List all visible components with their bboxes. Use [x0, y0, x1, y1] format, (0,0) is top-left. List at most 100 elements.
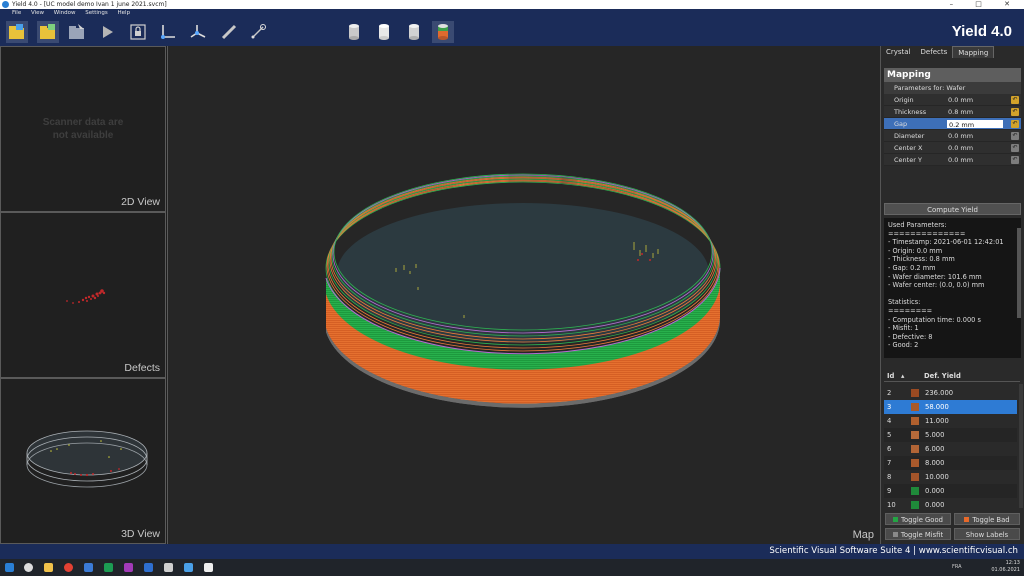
chrome-icon[interactable]: [64, 563, 73, 572]
yield-app-icon[interactable]: [104, 563, 113, 572]
sort-asc-icon: ▴: [901, 372, 905, 380]
table-row[interactable]: 8 10.000: [884, 470, 1017, 484]
axes-3d-icon[interactable]: [187, 21, 209, 43]
log-line: - Timestamp: 2021-06-01 12:42:01: [888, 238, 1004, 247]
table-row[interactable]: 6 6.000: [884, 442, 1017, 456]
app-icon-light-blue[interactable]: [184, 563, 193, 572]
param-origin: Origin 0.0 mm ↶: [884, 94, 1021, 106]
gap-field[interactable]: 0.2 mm: [946, 119, 1004, 129]
table-row[interactable]: 2 236.000: [884, 386, 1017, 400]
log-scrollbar[interactable]: [1017, 228, 1021, 318]
show-labels-button[interactable]: Show Labels: [954, 528, 1020, 540]
param-diameter: Diameter 0.0 mm ↶: [884, 130, 1021, 142]
tab-mapping[interactable]: Mapping: [952, 46, 995, 58]
app-icon-window[interactable]: [164, 563, 173, 572]
menu-help[interactable]: Help: [118, 10, 131, 16]
start-icon[interactable]: [5, 563, 14, 572]
table-row[interactable]: 7 8.000: [884, 456, 1017, 470]
app-icon-purple[interactable]: [124, 563, 133, 572]
toolbar: [0, 18, 880, 46]
log-line: - Thickness: 0.8 mm: [888, 255, 955, 264]
row-def-yield: 0.000: [925, 501, 945, 509]
lock-icon[interactable]: [127, 21, 149, 43]
clock[interactable]: 12:13 01.06.2021: [991, 560, 1020, 574]
open-project-icon[interactable]: [6, 21, 28, 43]
reset-icon[interactable]: ↶: [1011, 108, 1019, 116]
menu-window[interactable]: Window: [54, 10, 76, 16]
mapping-section-title: Mapping: [884, 68, 1021, 82]
app-icon-flag[interactable]: [144, 563, 153, 572]
menu-file[interactable]: File: [12, 10, 21, 16]
log-line: - Computation time: 0.000 s: [888, 315, 981, 324]
params-for-label: Parameters for: Wafer: [884, 82, 1021, 94]
center-x-field[interactable]: 0.0 mm: [946, 143, 1004, 153]
open-folder-icon[interactable]: [37, 21, 59, 43]
reset-icon[interactable]: ↶: [1011, 156, 1019, 164]
notepad-icon[interactable]: [204, 563, 213, 572]
row-def-yield: 8.000: [925, 459, 945, 467]
window-titlebar: Yield 4.0 - [UC model demo Ivan 1 june 2…: [0, 0, 1024, 9]
col-def-yield[interactable]: Def. Yield: [924, 370, 961, 382]
toggle-bad-button[interactable]: Toggle Bad: [954, 513, 1020, 525]
compute-yield-button[interactable]: Compute Yield: [884, 203, 1021, 215]
load-icon[interactable]: [66, 21, 88, 43]
param-name: Gap: [894, 120, 908, 128]
app-icon: [2, 1, 9, 8]
param-center-y: Center Y 0.0 mm ↶: [884, 154, 1021, 166]
param-name: Thickness: [894, 108, 927, 116]
measure-icon[interactable]: [247, 21, 269, 43]
tab-crystal[interactable]: Crystal: [881, 46, 916, 58]
map-viewport[interactable]: Map: [167, 46, 880, 544]
tab-defects[interactable]: Defects: [916, 46, 953, 58]
yield-color-swatch: [911, 459, 919, 467]
table-row[interactable]: 5 5.000: [884, 428, 1017, 442]
yield-scrollbar[interactable]: [1019, 384, 1023, 508]
view-2d-panel[interactable]: Scanner data are not available 2D View: [1, 47, 165, 211]
axes-2d-icon[interactable]: [157, 21, 179, 43]
app-icon-blue[interactable]: [84, 563, 93, 572]
menu-settings[interactable]: Settings: [85, 10, 108, 16]
defects-panel[interactable]: Defects: [1, 213, 165, 377]
table-row[interactable]: 3 58.000: [884, 400, 1017, 414]
view-2d-label: 2D View: [121, 196, 160, 208]
cylinder-gray-2-icon[interactable]: [403, 21, 425, 43]
cylinder-color-icon[interactable]: [432, 21, 454, 43]
right-tabs: Crystal Defects Mapping: [881, 46, 1024, 58]
yield-color-swatch: [911, 473, 919, 481]
origin-field[interactable]: 0.0 mm: [946, 95, 1004, 105]
ruler-icon[interactable]: [218, 21, 240, 43]
diameter-field[interactable]: 0.0 mm: [946, 131, 1004, 141]
cylinder-gray-1-icon[interactable]: [343, 21, 365, 43]
play-icon[interactable]: [96, 21, 118, 43]
thickness-field[interactable]: 0.8 mm: [946, 107, 1004, 117]
language-indicator[interactable]: FRA: [952, 564, 962, 570]
results-log: Used Parameters: ============== - Timestam…: [884, 218, 1021, 358]
reset-icon[interactable]: ↶: [1011, 132, 1019, 140]
table-row[interactable]: 10 0.000: [884, 498, 1017, 512]
row-id: 9: [887, 487, 892, 495]
menu-view[interactable]: View: [31, 10, 44, 16]
param-name: Center X: [894, 144, 923, 152]
window-controls[interactable]: – □ ✕: [950, 0, 1020, 9]
file-explorer-icon[interactable]: [44, 563, 53, 572]
cylinder-white-icon[interactable]: [373, 21, 395, 43]
reset-icon[interactable]: ↶: [1011, 144, 1019, 152]
center-y-field[interactable]: 0.0 mm: [946, 155, 1004, 165]
toggle-misfit-button[interactable]: Toggle Misfit: [885, 528, 951, 540]
table-row[interactable]: 9 0.000: [884, 484, 1017, 498]
col-id[interactable]: Id: [887, 370, 894, 382]
view-3d-panel[interactable]: 3D View: [1, 379, 165, 543]
right-panel: Crystal Defects Mapping Mapping Paramete…: [880, 46, 1024, 544]
row-def-yield: 10.000: [925, 473, 949, 481]
param-name: Diameter: [894, 132, 925, 140]
reset-icon[interactable]: ↶: [1011, 120, 1019, 128]
search-icon[interactable]: [24, 563, 33, 572]
menu-bar: File View Window Settings Help: [0, 9, 1024, 18]
yield-color-swatch: [911, 403, 919, 411]
yield-table-rows: 2 236.000 3 58.000 4 11.000 5 5.000 6 6.000 7 8.000…: [884, 386, 1017, 512]
wafer-stack-3d: [325, 173, 721, 408]
table-row[interactable]: 4 11.000: [884, 414, 1017, 428]
toggle-good-button[interactable]: Toggle Good: [885, 513, 951, 525]
no-scanner-data-message: Scanner data are not available: [1, 116, 165, 142]
reset-icon[interactable]: ↶: [1011, 96, 1019, 104]
